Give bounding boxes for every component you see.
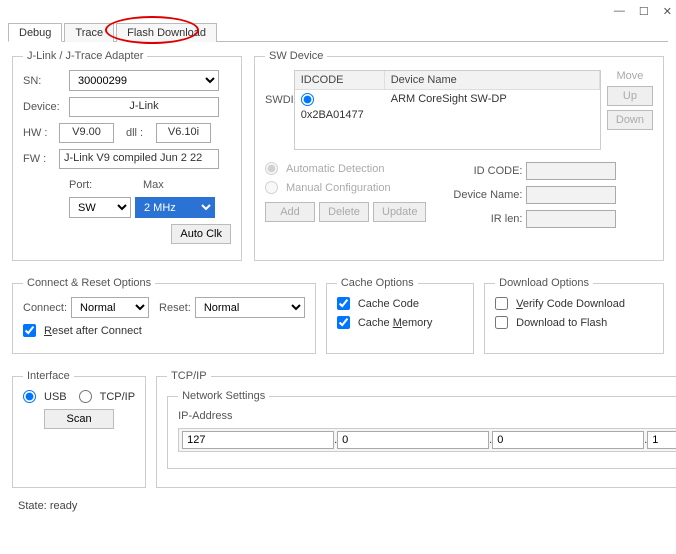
swdio-label: SWDI [265, 70, 294, 158]
scan-button[interactable]: Scan [44, 409, 114, 429]
dll-value: V6.10i [156, 123, 211, 143]
interface-legend: Interface [23, 370, 74, 382]
idcode-field[interactable] [526, 162, 616, 180]
ip-address-field[interactable]: . . . [178, 428, 676, 452]
connect-legend: Connect & Reset Options [23, 277, 155, 289]
verify-code-label: Verify Code Download [516, 298, 625, 310]
ip-octet-2[interactable] [337, 431, 489, 449]
state-value: ready [50, 500, 78, 512]
maximize-icon[interactable]: ☐ [639, 5, 649, 18]
reset-label: Reset: [159, 302, 191, 314]
connect-reset-group: Connect & Reset Options Connect: Normal … [12, 277, 316, 354]
tcpip-label: TCP/IP [100, 391, 135, 403]
fw-value: J-Link V9 compiled Jun 2 22 [59, 149, 219, 169]
up-button[interactable]: Up [607, 86, 653, 106]
device-table: IDCODE Device Name 0x2BA01477 ARM CoreSi… [294, 70, 601, 150]
ip-octet-3[interactable] [492, 431, 644, 449]
dll-label: dll : [126, 127, 152, 139]
add-button[interactable]: Add [265, 202, 315, 222]
max-label: Max [143, 179, 164, 191]
connect-label: Connect: [23, 302, 67, 314]
auto-clk-button[interactable]: Auto Clk [171, 224, 231, 244]
tcpip-radio[interactable] [79, 390, 92, 403]
delete-button[interactable]: Delete [319, 202, 369, 222]
port-select[interactable]: SW [69, 197, 131, 218]
tab-flash-download[interactable]: Flash Download [116, 23, 217, 42]
verify-code-checkbox[interactable] [495, 297, 508, 310]
table-row[interactable]: 0x2BA01477 ARM CoreSight SW-DP [295, 90, 600, 124]
status-line: State: ready [12, 500, 664, 512]
cache-options-group: Cache Options Cache Code Cache Memory [326, 277, 474, 354]
auto-detection-label: Automatic Detection [286, 163, 384, 175]
col-devname: Device Name [385, 71, 600, 89]
cache-memory-checkbox[interactable] [337, 316, 350, 329]
ip-address-label: IP-Address [178, 410, 238, 422]
device-value: J-Link [69, 97, 219, 117]
irlen-field[interactable] [526, 210, 616, 228]
update-button[interactable]: Update [373, 202, 426, 222]
move-label: Move [607, 70, 653, 82]
state-label: State: [18, 500, 47, 512]
usb-radio[interactable] [23, 390, 36, 403]
col-idcode: IDCODE [295, 71, 385, 89]
hw-value: V9.00 [59, 123, 114, 143]
sw-legend: SW Device [265, 50, 327, 62]
cache-code-checkbox[interactable] [337, 297, 350, 310]
reset-select[interactable]: Normal [195, 297, 305, 318]
interface-group: Interface USB TCP/IP Scan [12, 370, 146, 488]
reset-after-connect-label: Reset after Connect [44, 325, 142, 337]
device-label: Device: [23, 101, 65, 113]
network-settings-legend: Network Settings [178, 390, 269, 402]
download-options-group: Download Options Verify Code Download Do… [484, 277, 664, 354]
manual-config-label: Manual Configuration [286, 182, 391, 194]
sn-label: SN: [23, 75, 65, 87]
devname-field[interactable] [526, 186, 616, 204]
usb-label: USB [44, 391, 67, 403]
hw-label: HW : [23, 127, 55, 139]
download-to-flash-checkbox[interactable] [495, 316, 508, 329]
reset-after-connect-checkbox[interactable] [23, 324, 36, 337]
idcode-field-label: ID CODE: [446, 165, 522, 177]
jlink-adapter-group: J-Link / J-Trace Adapter SN: 30000299 De… [12, 50, 242, 261]
cache-legend: Cache Options [337, 277, 418, 289]
sn-select[interactable]: 30000299 [69, 70, 219, 91]
ip-octet-1[interactable] [182, 431, 334, 449]
cache-code-label: Cache Code [358, 298, 419, 310]
devname-value: ARM CoreSight SW-DP [385, 90, 600, 124]
ip-octet-4[interactable] [647, 431, 676, 449]
titlebar: — ☐ ✕ [0, 0, 676, 22]
tab-trace[interactable]: Trace [64, 23, 114, 42]
close-icon[interactable]: ✕ [663, 5, 672, 18]
down-button[interactable]: Down [607, 110, 653, 130]
tab-bar: Debug Trace Flash Download [8, 22, 668, 42]
irlen-field-label: IR len: [446, 213, 522, 225]
download-legend: Download Options [495, 277, 593, 289]
device-row-radio[interactable] [301, 93, 314, 106]
jlink-legend: J-Link / J-Trace Adapter [23, 50, 147, 62]
tab-debug[interactable]: Debug [8, 23, 62, 42]
port-label: Port: [69, 179, 139, 191]
sw-device-group: SW Device SWDI IDCODE Device Name 0x2BA0… [254, 50, 664, 261]
minimize-icon[interactable]: — [614, 5, 625, 17]
manual-config-radio[interactable] [265, 181, 278, 194]
tcpip-legend: TCP/IP [167, 370, 210, 382]
idcode-value: 0x2BA01477 [301, 109, 364, 121]
cache-memory-label: Cache Memory [358, 317, 433, 329]
max-clock-select[interactable]: 2 MHz [135, 197, 215, 218]
tcpip-group: TCP/IP Network Settings IP-Address Port … [156, 370, 676, 488]
auto-detection-radio[interactable] [265, 162, 278, 175]
download-to-flash-label: Download to Flash [516, 317, 607, 329]
network-settings-group: Network Settings IP-Address Port (Auto: … [167, 390, 676, 469]
connect-select[interactable]: Normal [71, 297, 149, 318]
fw-label: FW : [23, 153, 55, 165]
devname-field-label: Device Name: [446, 189, 522, 201]
